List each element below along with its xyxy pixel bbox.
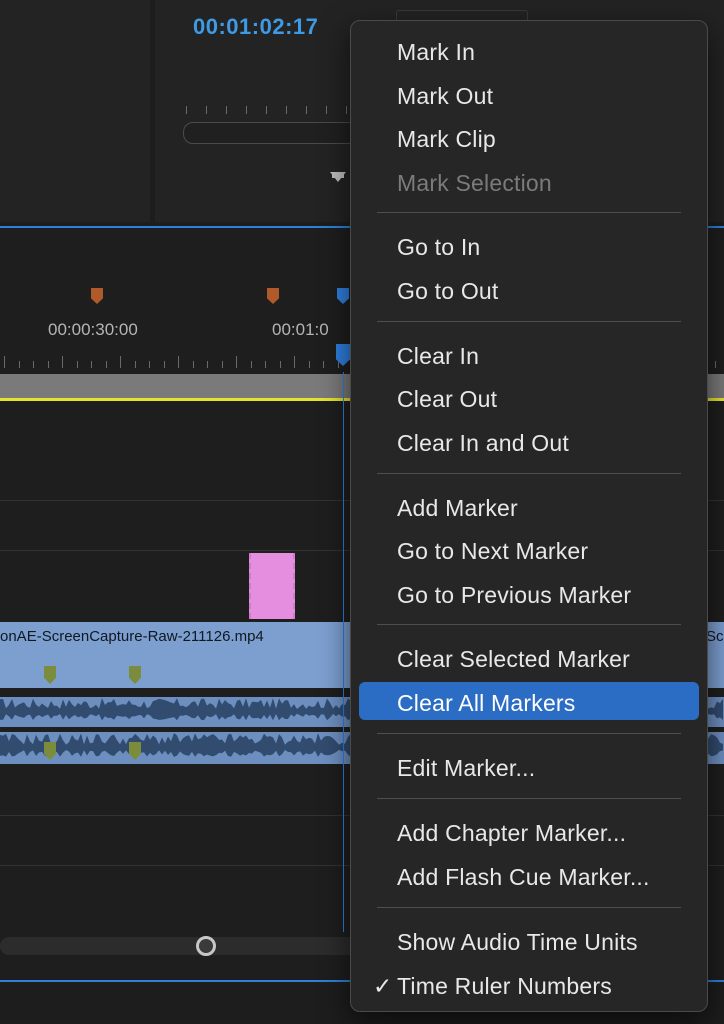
ruler-tick	[251, 361, 252, 368]
monitor-mini-ruler	[186, 106, 356, 116]
menu-item-go-to-in[interactable]: Go to In	[359, 226, 699, 264]
ruler-time-label: 00:00:30:00	[48, 320, 138, 339]
menu-separator	[377, 321, 681, 322]
menu-item-mark-selection: Mark Selection	[359, 162, 699, 200]
ruler-tick	[222, 361, 223, 368]
playhead-line	[343, 372, 344, 932]
menu-item-label: Mark Out	[397, 83, 494, 109]
ruler-tick	[4, 356, 5, 368]
playhead-timecode[interactable]: 00:01:02:17	[193, 14, 318, 40]
ruler-tick	[206, 106, 207, 114]
ruler-tick	[346, 106, 347, 114]
menu-item-mark-in[interactable]: Mark In	[359, 31, 699, 69]
menu-item-label: Add Marker	[397, 495, 518, 521]
menu-item-label: Mark Clip	[397, 126, 496, 152]
ruler-tick	[193, 361, 194, 368]
ruler-tick	[178, 356, 179, 368]
menu-item-label: Go to Previous Marker	[397, 582, 632, 608]
menu-separator	[377, 798, 681, 799]
menu-item-clear-out[interactable]: Clear Out	[359, 378, 699, 416]
menu-separator	[377, 733, 681, 734]
source-monitor-panel	[0, 0, 150, 222]
menu-item-label: Add Chapter Marker...	[397, 820, 627, 846]
menu-item-clear-all-markers[interactable]: Clear All Markers	[359, 682, 699, 720]
ruler-tick	[294, 356, 295, 368]
ruler-tick	[246, 106, 247, 114]
ruler-tick	[106, 361, 107, 368]
menu-item-mark-clip[interactable]: Mark Clip	[359, 118, 699, 156]
menu-separator	[377, 907, 681, 908]
menu-separator	[377, 624, 681, 625]
ruler-tick	[715, 361, 716, 368]
menu-item-label: Mark Selection	[397, 170, 552, 196]
menu-item-label: Clear In and Out	[397, 430, 569, 456]
ruler-tick	[186, 106, 187, 114]
ruler-tick	[19, 361, 20, 368]
ruler-tick	[33, 361, 34, 368]
menu-item-label: Add Flash Cue Marker...	[397, 864, 650, 890]
ruler-tick	[323, 361, 324, 368]
ruler-tick	[309, 361, 310, 368]
monitor-playhead-pointer-icon[interactable]	[330, 172, 346, 182]
menu-item-add-flash-cue-marker[interactable]: Add Flash Cue Marker...	[359, 856, 699, 894]
menu-item-label: Go to Next Marker	[397, 538, 589, 564]
ruler-tick	[326, 106, 327, 114]
ruler-tick	[135, 361, 136, 368]
menu-item-label: Show Audio Time Units	[397, 929, 638, 955]
ruler-tick	[306, 106, 307, 114]
menu-item-edit-marker[interactable]: Edit Marker...	[359, 747, 699, 785]
menu-item-label: Go to Out	[397, 278, 499, 304]
menu-item-clear-in-and-out[interactable]: Clear In and Out	[359, 422, 699, 460]
clip-name: onAE-ScreenCapture-Raw-211126.mp4	[0, 628, 264, 645]
menu-item-add-chapter-marker[interactable]: Add Chapter Marker...	[359, 812, 699, 850]
checkmark-icon: ✓	[373, 973, 393, 999]
timeline-ruler-context-menu: Mark In Mark Out Mark Clip Mark Selection Go…	[350, 20, 708, 1012]
ruler-tick	[164, 361, 165, 368]
menu-item-label: Go to In	[397, 234, 481, 260]
menu-item-label: Clear Out	[397, 386, 498, 412]
menu-item-go-to-next-marker[interactable]: Go to Next Marker	[359, 530, 699, 568]
ruler-tick	[266, 106, 267, 114]
graphic-clip[interactable]	[249, 553, 295, 619]
ruler-time-label: 00:01:0	[272, 320, 329, 339]
menu-item-label: Clear In	[397, 343, 480, 369]
menu-item-go-to-previous-marker[interactable]: Go to Previous Marker	[359, 574, 699, 612]
timeline-horizontal-scrollbar[interactable]	[0, 937, 360, 955]
menu-item-label: Clear All Markers	[397, 690, 576, 716]
ruler-tick	[226, 106, 227, 114]
menu-separator	[377, 473, 681, 474]
menu-item-label: Clear Selected Marker	[397, 646, 631, 672]
monitor-scrub-bar[interactable]	[183, 122, 365, 144]
menu-separator	[377, 212, 681, 213]
menu-item-clear-in[interactable]: Clear In	[359, 335, 699, 373]
ruler-tick	[62, 356, 63, 368]
menu-item-label: Edit Marker...	[397, 755, 536, 781]
ruler-tick	[286, 106, 287, 114]
ruler-tick	[265, 361, 266, 368]
ruler-tick	[207, 361, 208, 368]
ruler-tick	[120, 356, 121, 368]
ruler-tick	[91, 361, 92, 368]
menu-item-show-audio-time-units[interactable]: Show Audio Time Units	[359, 921, 699, 959]
ruler-tick	[236, 356, 237, 368]
menu-item-label: Mark In	[397, 39, 476, 65]
menu-item-add-marker[interactable]: Add Marker	[359, 487, 699, 525]
scroll-zoom-handle[interactable]	[196, 936, 216, 956]
menu-item-mark-out[interactable]: Mark Out	[359, 75, 699, 113]
clip-name: Sc	[706, 628, 724, 645]
menu-item-clear-selected-marker[interactable]: Clear Selected Marker	[359, 638, 699, 676]
ruler-tick	[149, 361, 150, 368]
menu-item-time-ruler-numbers[interactable]: ✓ Time Ruler Numbers	[359, 965, 699, 1003]
menu-item-label: Time Ruler Numbers	[397, 973, 612, 999]
menu-item-go-to-out[interactable]: Go to Out	[359, 270, 699, 308]
ruler-tick	[48, 361, 49, 368]
ruler-tick	[77, 361, 78, 368]
ruler-tick	[280, 361, 281, 368]
